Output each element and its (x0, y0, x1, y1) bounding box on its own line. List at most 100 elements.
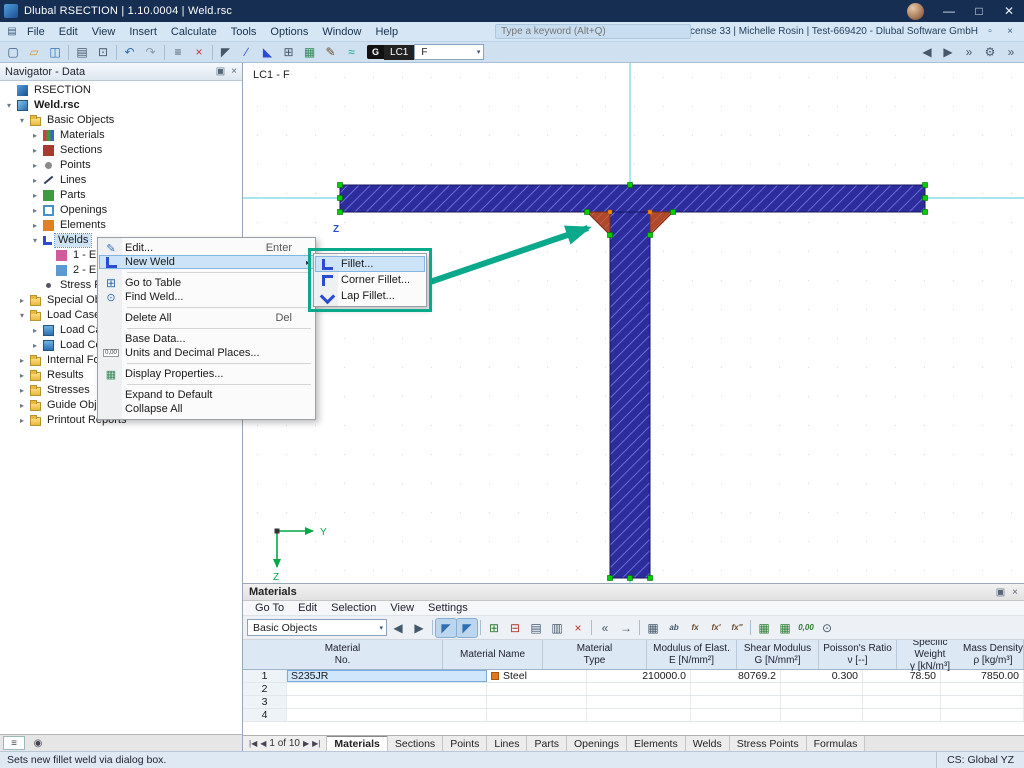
formula-edit-icon[interactable]: fx' (706, 619, 726, 637)
redo-icon[interactable]: ↷ (141, 43, 161, 61)
expander-icon[interactable] (17, 296, 27, 305)
table-view-icon[interactable]: ▦ (643, 619, 663, 637)
results-tool-icon[interactable]: ≈ (342, 43, 362, 61)
table-tool-icon[interactable]: ⊞ (279, 43, 299, 61)
next-page-icon[interactable]: ▶ (303, 739, 309, 748)
tab-lines[interactable]: Lines (487, 736, 527, 751)
menu-window[interactable]: Window (315, 22, 368, 41)
open-model-icon[interactable]: ▱ (24, 43, 44, 61)
tab-formulas[interactable]: Formulas (807, 736, 866, 751)
expander-icon[interactable] (17, 401, 27, 410)
tree-item-elements[interactable]: Elements (0, 218, 242, 233)
table-row[interactable]: 4 (243, 709, 1024, 722)
menu-tools[interactable]: Tools (224, 22, 264, 41)
expander-icon[interactable] (30, 341, 40, 350)
save-icon[interactable]: ◫ (45, 43, 65, 61)
pin-icon[interactable]: ▣ (216, 66, 225, 77)
expander-icon[interactable] (30, 206, 40, 215)
expander-icon[interactable] (30, 236, 40, 245)
materials-menu-go-to[interactable]: Go To (249, 602, 290, 614)
expander-icon[interactable] (30, 131, 40, 140)
display-navigator-tab[interactable]: ◉ (27, 736, 49, 750)
user-avatar[interactable] (907, 3, 924, 20)
column-header[interactable]: Poisson's Ratio ν [--] (819, 640, 897, 669)
new-model-icon[interactable]: ▢ (3, 43, 23, 61)
column-header[interactable]: Specific Weight γ [kN/m³] (897, 640, 963, 669)
menu-item-go-to-table[interactable]: Go to Table (99, 276, 314, 290)
lc-value-combo[interactable]: F (414, 44, 484, 60)
export-table-icon[interactable]: ▦ (754, 619, 774, 637)
close-panel-icon[interactable]: × (231, 66, 237, 77)
menu-item-new-weld[interactable]: New Weld (99, 255, 314, 269)
delete-icon[interactable]: × (189, 43, 209, 61)
formula-all-icon[interactable]: fx″ (727, 619, 747, 637)
select-mode-icon[interactable]: ◤ (436, 619, 456, 637)
renumber-icon[interactable]: ≡ (168, 43, 188, 61)
panel-pin-icon[interactable]: ▣ (996, 587, 1005, 598)
decimal-places-icon[interactable]: 0,00 (796, 619, 816, 637)
empty-row-icon[interactable]: ▥ (547, 619, 567, 637)
tree-item-basic-objects[interactable]: Basic Objects (0, 113, 242, 128)
rename-icon[interactable]: ab (664, 619, 684, 637)
menu-item-base-data[interactable]: Base Data... (99, 332, 314, 346)
prev-page-icon[interactable]: ◀ (260, 739, 266, 748)
jump-first-icon[interactable]: « (595, 619, 615, 637)
cell-material-name[interactable] (287, 709, 487, 721)
import-table-icon[interactable]: ▦ (775, 619, 795, 637)
last-page-icon[interactable]: ▶| (312, 739, 320, 748)
menu-item-edit[interactable]: Edit... Enter (99, 241, 314, 255)
keyword-search-input[interactable] (495, 24, 691, 39)
overflow-icon[interactable]: » (1001, 43, 1021, 61)
view-prev-icon[interactable]: ◀ (917, 43, 937, 61)
data-navigator-tab[interactable]: ≡ (3, 736, 25, 750)
menu-calculate[interactable]: Calculate (164, 22, 224, 41)
formula-icon[interactable]: fx (685, 619, 705, 637)
expander-icon[interactable] (17, 311, 27, 320)
display-tool-icon[interactable]: ▦ (300, 43, 320, 61)
clear-table-icon[interactable]: × (568, 619, 588, 637)
tree-item-openings[interactable]: Openings (0, 203, 242, 218)
web-part[interactable] (610, 212, 650, 578)
first-page-icon[interactable]: |◀ (249, 739, 257, 748)
tab-stress-points[interactable]: Stress Points (730, 736, 807, 751)
tab-materials[interactable]: Materials (327, 736, 388, 751)
column-header[interactable]: Modulus of Elast. E [N/mm²] (647, 640, 737, 669)
weld-tool-icon[interactable]: ◣ (258, 43, 278, 61)
maximize-button[interactable]: □ (964, 0, 994, 22)
tree-item-lines[interactable]: Lines (0, 173, 242, 188)
expander-icon[interactable] (30, 146, 40, 155)
search-table-icon[interactable]: ⊙ (817, 619, 837, 637)
expander-icon[interactable] (17, 416, 27, 425)
expander-icon[interactable] (17, 386, 27, 395)
tab-points[interactable]: Points (443, 736, 487, 751)
tree-item-rsection[interactable]: RSECTION (0, 83, 242, 98)
menu-insert[interactable]: Insert (122, 22, 164, 41)
expander-icon[interactable] (17, 116, 27, 125)
menu-options[interactable]: Options (263, 22, 315, 41)
materials-menu-edit[interactable]: Edit (292, 602, 323, 614)
submenu-item-corner-fillet[interactable]: Corner Fillet... (315, 272, 425, 288)
menu-help[interactable]: Help (368, 22, 405, 41)
table-group-combo[interactable]: Basic Objects (247, 619, 387, 636)
load-case-selector[interactable]: G LC1 F (367, 43, 484, 61)
menu-view[interactable]: View (85, 22, 123, 41)
table-row[interactable]: 3 (243, 696, 1024, 709)
quick-access-icon[interactable]: ▤ (4, 25, 20, 39)
menu-item-display-properties[interactable]: Display Properties... (99, 367, 314, 381)
tree-item-parts[interactable]: Parts (0, 188, 242, 203)
tab-sections[interactable]: Sections (388, 736, 443, 751)
tree-item-weld-rsc[interactable]: Weld.rsc (0, 98, 242, 113)
more-views-icon[interactable]: » (959, 43, 979, 61)
delete-row-icon[interactable]: ⊟ (505, 619, 525, 637)
settings-icon[interactable]: ⚙ (980, 43, 1000, 61)
menu-item-delete-all[interactable]: Delete All Del (99, 311, 314, 325)
jump-row-icon[interactable]: → (616, 619, 636, 637)
menu-file[interactable]: File (20, 22, 52, 41)
materials-menu-selection[interactable]: Selection (325, 602, 382, 614)
column-header[interactable]: Material No. (243, 640, 443, 669)
graphics-viewport[interactable]: LC1 - F (243, 63, 1024, 583)
tab-welds[interactable]: Welds (686, 736, 730, 751)
menu-item-find-weld[interactable]: Find Weld... (99, 290, 314, 304)
panel-close-icon[interactable]: × (1012, 587, 1018, 598)
pen-tool-icon[interactable]: ✎ (321, 43, 341, 61)
